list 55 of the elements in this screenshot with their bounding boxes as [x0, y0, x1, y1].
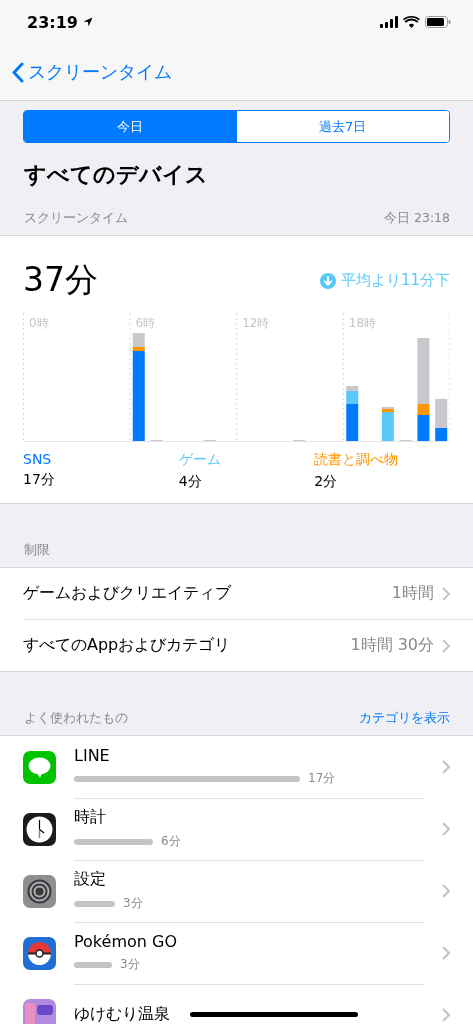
- hour-label: 18時: [348, 315, 378, 332]
- chevron-icon: [442, 822, 450, 836]
- total-time: 37分: [23, 259, 98, 301]
- stacked-bar: [346, 386, 359, 441]
- game-app-icon: [23, 998, 56, 1024]
- page-title: すべてのデバイス: [23, 161, 209, 189]
- category-time: 17分: [23, 471, 56, 489]
- limit-row[interactable]: すべてのAppおよびカテゴリ 1時間 30分: [23, 620, 473, 671]
- usage-time: 17分: [308, 770, 336, 787]
- chevron-icon: [442, 760, 450, 774]
- chevron-icon: [442, 638, 450, 653]
- category-name: SNS: [23, 451, 53, 467]
- battery-icon: [425, 16, 451, 28]
- signal-icon: [380, 16, 398, 28]
- section-header: 制限: [24, 542, 50, 559]
- stacked-bar: [435, 399, 448, 441]
- back-chevron-icon: [12, 61, 24, 83]
- chevron-icon: [442, 884, 450, 898]
- usage-bar: [74, 900, 115, 907]
- chevron-icon: [442, 946, 450, 960]
- app-name: Pokémon GO: [74, 932, 177, 951]
- section-header: よく使われたもの: [24, 710, 128, 727]
- category-name: ゲーム: [178, 451, 222, 469]
- hour-label: 0時: [29, 315, 50, 332]
- chat-bubble-app-icon: [23, 750, 56, 784]
- updated-time: 今日 23:18: [384, 210, 450, 227]
- gear-app-icon: [23, 874, 56, 908]
- hour-label: 6時: [135, 315, 157, 332]
- app-name: 時計: [74, 807, 106, 828]
- ball-app-icon: [23, 936, 56, 970]
- usage-time: 3分: [123, 895, 143, 912]
- category-name: 読書と調べ物: [314, 451, 399, 469]
- usage-bar: [74, 961, 112, 968]
- app-name: 設定: [74, 869, 106, 890]
- chevron-icon: [442, 586, 450, 601]
- chevron-icon: [442, 1008, 450, 1022]
- usage-time: 3分: [120, 956, 140, 973]
- show-categories-link[interactable]: カテゴリを表示: [359, 710, 450, 727]
- wifi-icon: [403, 16, 420, 28]
- stacked-bar: [381, 407, 394, 441]
- section-header: スクリーンタイム: [24, 210, 128, 227]
- clock-app-icon: [23, 812, 56, 846]
- category-time: 4分: [178, 473, 203, 491]
- limit-row[interactable]: ゲームおよびクリエイティブ 1時間: [23, 568, 473, 620]
- location-icon: [82, 17, 93, 27]
- segment-tab[interactable]: 過去7日: [236, 111, 449, 142]
- status-time: 23:19: [27, 12, 78, 32]
- hour-label: 12時: [242, 315, 271, 332]
- usage-time: 6分: [161, 833, 181, 850]
- back-button[interactable]: スクリーンタイム: [12, 60, 172, 84]
- segment-tab[interactable]: 今日: [24, 111, 237, 142]
- category-time: 2分: [314, 473, 338, 491]
- app-name: ゆけむり温泉: [74, 1004, 170, 1024]
- app-name: LINE: [74, 746, 110, 765]
- comparison-text: 平均より11分下: [340, 271, 450, 290]
